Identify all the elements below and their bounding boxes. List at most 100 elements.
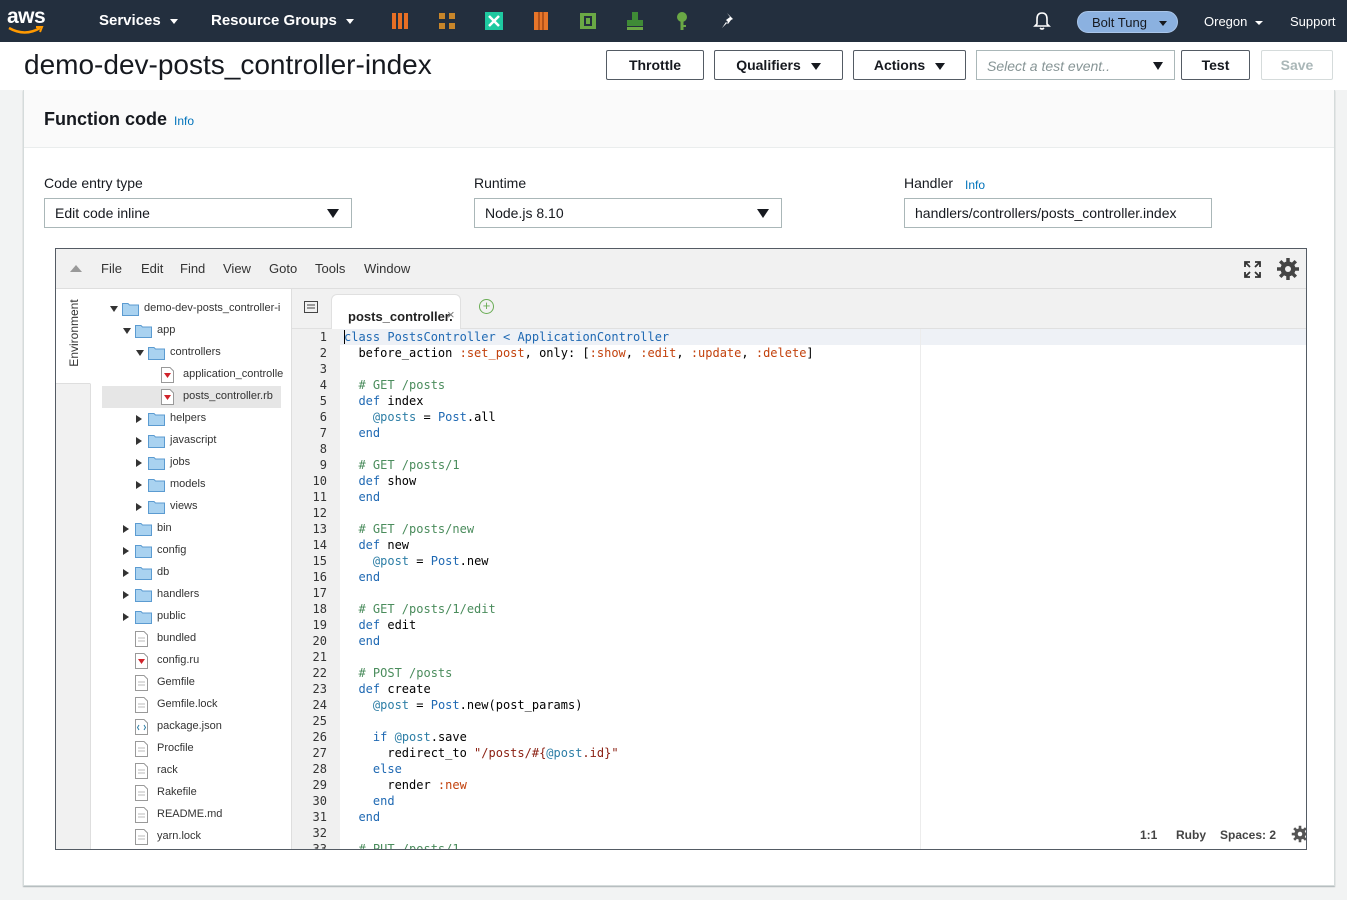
file-tree-item[interactable]: bundled xyxy=(92,628,291,650)
collapsed-arrow-icon[interactable] xyxy=(136,503,142,511)
services-menu[interactable]: Services xyxy=(99,12,178,29)
region-menu[interactable]: Oregon xyxy=(1204,14,1264,29)
file-tree-item[interactable]: posts_controller.rb xyxy=(102,386,281,408)
file-tree-item[interactable]: yarn.lock xyxy=(92,826,291,848)
handler-info-link[interactable]: Info xyxy=(965,178,985,192)
ide-menu-file[interactable]: File xyxy=(101,261,122,276)
editor-tab-posts-controller[interactable]: posts_controller. × xyxy=(331,294,461,330)
collapse-triangle-icon[interactable] xyxy=(70,265,82,272)
ide-menu-view[interactable]: View xyxy=(223,261,251,276)
file-icon xyxy=(135,829,148,845)
language-mode[interactable]: Ruby xyxy=(1176,828,1206,842)
line-number: 21 xyxy=(312,650,327,664)
collapsed-arrow-icon[interactable] xyxy=(123,525,129,533)
indent-setting[interactable]: Spaces: 2 xyxy=(1220,828,1276,842)
qualifiers-dropdown[interactable]: Qualifiers xyxy=(714,50,843,80)
step-functions-icon[interactable] xyxy=(437,11,457,31)
aws-logo[interactable]: aws xyxy=(5,3,47,39)
collapsed-arrow-icon[interactable] xyxy=(123,613,129,621)
editor-settings-gear-icon[interactable] xyxy=(1291,825,1307,843)
ide-menu-find[interactable]: Find xyxy=(180,261,205,276)
code-entry-type-select[interactable]: Edit code inline xyxy=(44,198,352,228)
file-tree-item[interactable]: javascript xyxy=(92,430,291,452)
add-tab-icon[interactable]: + xyxy=(479,299,494,314)
ec2-service-icon[interactable] xyxy=(531,11,551,31)
test-event-select[interactable]: Select a test event.. xyxy=(976,50,1175,80)
folder-icon xyxy=(122,303,139,316)
page-title: demo-dev-posts_controller-index xyxy=(24,49,432,80)
collapsed-arrow-icon[interactable] xyxy=(136,437,142,445)
file-tree-item[interactable]: bin xyxy=(92,518,291,540)
code-line: class PostsController < ApplicationContr… xyxy=(344,330,670,344)
code-line: # GET /posts/1 xyxy=(344,458,460,472)
file-tree-item[interactable]: README.md xyxy=(92,804,291,826)
caret-down-icon xyxy=(810,62,821,70)
file-icon xyxy=(135,741,148,757)
file-tree-item[interactable]: package.json xyxy=(92,716,291,738)
line-number: 19 xyxy=(312,618,327,632)
line-number: 30 xyxy=(312,794,327,808)
cloudformation-icon[interactable] xyxy=(578,11,598,31)
file-tree-item[interactable]: demo-dev-posts_controller-i xyxy=(92,298,291,320)
test-button[interactable]: Test xyxy=(1181,50,1250,80)
actions-dropdown[interactable]: Actions xyxy=(853,50,966,80)
expanded-arrow-icon[interactable] xyxy=(110,306,118,312)
file-tree-item[interactable]: Procfile xyxy=(92,738,291,760)
file-tree-item-label: README.md xyxy=(157,808,223,820)
collapsed-arrow-icon[interactable] xyxy=(123,547,129,555)
collapsed-arrow-icon[interactable] xyxy=(136,481,142,489)
line-number: 11 xyxy=(312,490,327,504)
api-gateway-icon[interactable] xyxy=(484,11,504,31)
collapsed-arrow-icon[interactable] xyxy=(136,459,142,467)
account-menu[interactable]: Bolt Tung xyxy=(1077,11,1178,33)
file-tree-item[interactable]: public xyxy=(92,606,291,628)
lambda-service-icon[interactable] xyxy=(390,11,410,31)
throttle-button[interactable]: Throttle xyxy=(606,50,704,80)
file-tree-item[interactable]: jobs xyxy=(92,452,291,474)
ide-menu-tools[interactable]: Tools xyxy=(315,261,345,276)
codepipeline-icon[interactable] xyxy=(625,11,645,31)
file-tree-item-label: Gemfile xyxy=(157,676,195,688)
code-text-area[interactable]: class PostsController < ApplicationContr… xyxy=(344,329,914,849)
file-tree-item[interactable]: app xyxy=(92,320,291,342)
folder-icon xyxy=(148,457,165,470)
file-tree-item[interactable]: Gemfile.lock xyxy=(92,694,291,716)
file-tree-item[interactable]: models xyxy=(92,474,291,496)
ide-menu-window[interactable]: Window xyxy=(364,261,410,276)
ide-settings-gear-icon[interactable] xyxy=(1276,257,1300,281)
cursor-position[interactable]: 1:1 xyxy=(1140,828,1157,842)
collapsed-arrow-icon[interactable] xyxy=(123,569,129,577)
file-tree-item[interactable]: config.ru xyxy=(92,650,291,672)
code-entry-type-label: Code entry type xyxy=(44,175,143,191)
ide-menu-edit[interactable]: Edit xyxy=(141,261,163,276)
file-tree-item[interactable]: Rakefile xyxy=(92,782,291,804)
handler-input[interactable] xyxy=(904,198,1212,228)
file-tree-item[interactable]: config xyxy=(92,540,291,562)
collapsed-arrow-icon[interactable] xyxy=(123,591,129,599)
file-tree-item[interactable]: handlers xyxy=(92,584,291,606)
collapsed-arrow-icon[interactable] xyxy=(136,415,142,423)
expanded-arrow-icon[interactable] xyxy=(123,328,131,334)
ide-menu-goto[interactable]: Goto xyxy=(269,261,297,276)
line-number: 33 xyxy=(312,842,327,850)
file-tree-item[interactable]: helpers xyxy=(92,408,291,430)
iam-key-icon[interactable] xyxy=(672,11,692,31)
save-button[interactable]: Save xyxy=(1261,50,1333,80)
file-tree-item[interactable]: Gemfile xyxy=(92,672,291,694)
environment-tab[interactable]: Environment xyxy=(56,289,91,384)
expanded-arrow-icon[interactable] xyxy=(136,350,144,356)
resource-groups-menu[interactable]: Resource Groups xyxy=(211,12,354,29)
runtime-select[interactable]: Node.js 8.10 xyxy=(474,198,782,228)
notifications-bell-icon[interactable] xyxy=(1032,11,1052,31)
file-tree-item[interactable]: db xyxy=(92,562,291,584)
support-menu[interactable]: Support xyxy=(1290,14,1336,29)
function-code-info-link[interactable]: Info xyxy=(174,114,194,128)
file-tree-item[interactable]: views xyxy=(92,496,291,518)
pin-icon[interactable] xyxy=(719,11,739,31)
close-tab-icon[interactable]: × xyxy=(447,307,455,322)
file-tree-item[interactable]: application_controlle xyxy=(92,364,291,386)
tab-list-icon[interactable] xyxy=(304,301,318,313)
file-tree-item[interactable]: controllers xyxy=(92,342,291,364)
fullscreen-icon[interactable] xyxy=(1244,261,1261,278)
file-tree-item[interactable]: rack xyxy=(92,760,291,782)
